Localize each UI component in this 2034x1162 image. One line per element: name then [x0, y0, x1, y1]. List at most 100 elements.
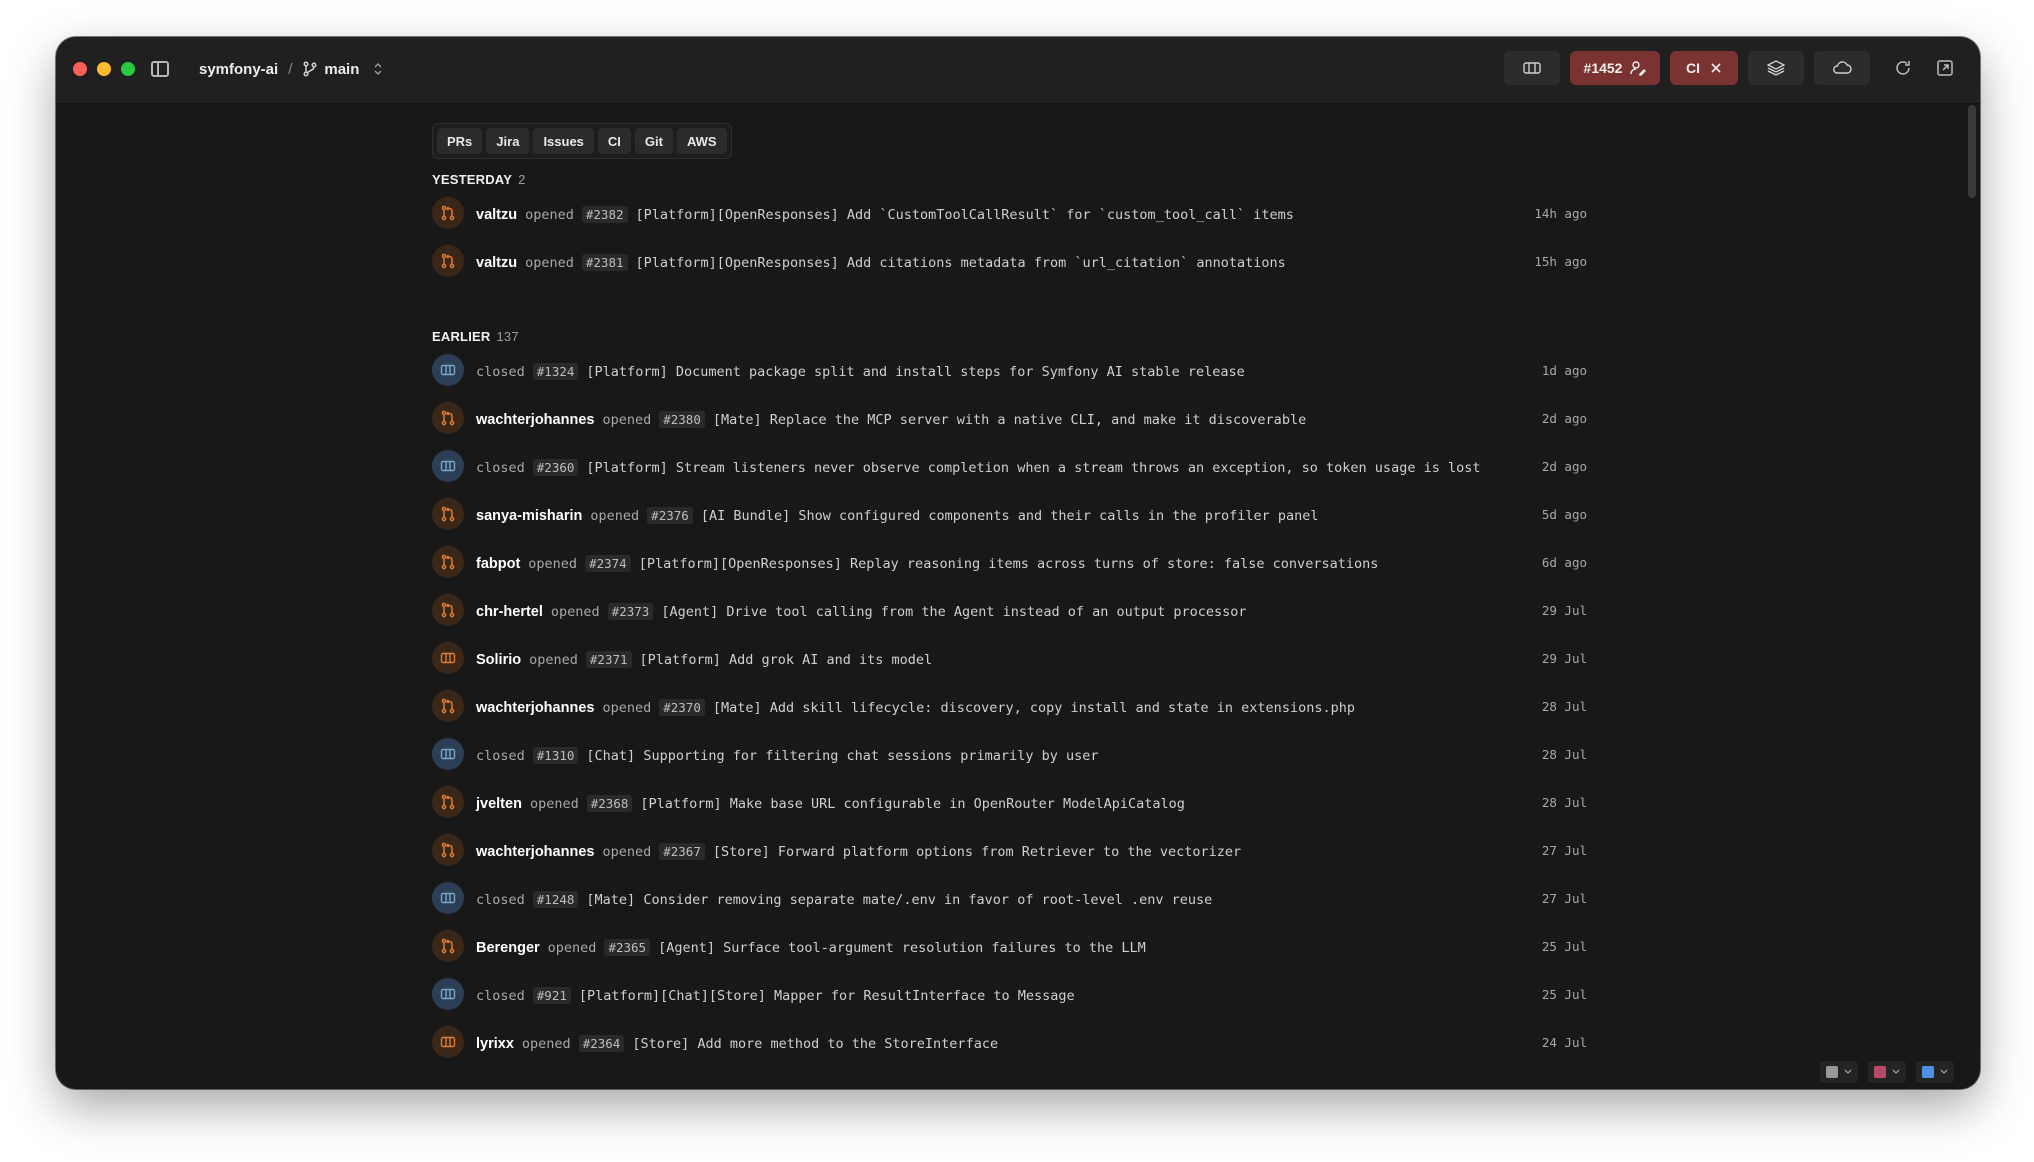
list-item[interactable]: valtzu opened #2381 [Platform][OpenResponse…: [432, 245, 1587, 277]
item-text: valtzu opened #2381 [Platform][OpenResponse…: [476, 252, 1506, 274]
list-item[interactable]: jvelten opened #2368 [Platform] Make base U…: [432, 786, 1587, 818]
item-number[interactable]: #2367: [659, 843, 705, 860]
tab-jira[interactable]: Jira: [486, 128, 530, 154]
item-title[interactable]: [Agent] Drive tool calling from the Agen…: [661, 604, 1246, 620]
list-item[interactable]: closed #921 [Platform][Chat][Store] Mapper…: [432, 978, 1587, 1010]
list-item[interactable]: lyrixx opened #2364 [Store] Add more method…: [432, 1026, 1587, 1058]
list-item[interactable]: wachterjohannes opened #2370 [Mate] Add ski…: [432, 690, 1587, 722]
cloud-button[interactable]: [1814, 51, 1870, 85]
issue-icon: [432, 354, 464, 386]
author-name[interactable]: valtzu: [476, 255, 517, 271]
item-number[interactable]: #2370: [659, 699, 705, 716]
list-item[interactable]: Solirio opened #2371 [Platform] Add grok AI…: [432, 642, 1587, 674]
chevron-updown-icon[interactable]: [373, 62, 383, 76]
author-name[interactable]: lyrixx: [476, 1036, 514, 1052]
item-title[interactable]: [Platform] Document package split and in…: [586, 364, 1244, 380]
item-number[interactable]: #1248: [532, 891, 579, 908]
item-title[interactable]: [Platform][OpenResponses] Add citations …: [636, 255, 1286, 271]
tab-prs[interactable]: PRs: [437, 128, 483, 154]
window-controls: [73, 62, 135, 76]
tab-issues[interactable]: Issues: [533, 128, 594, 154]
list-item[interactable]: chr-hertel opened #2373 [Agent] Drive tool …: [432, 594, 1587, 626]
close-window-button[interactable]: [73, 62, 87, 76]
item-title[interactable]: [Store] Add more method to the StoreInte…: [632, 1036, 998, 1052]
tab-aws[interactable]: AWS: [676, 128, 727, 154]
minimize-window-button[interactable]: [97, 62, 111, 76]
item-title[interactable]: [Platform][OpenResponses] Replay reasoni…: [639, 556, 1379, 572]
sidebar-toggle-icon[interactable]: [151, 61, 169, 77]
list-item[interactable]: fabpot opened #2374 [Platform][OpenResponse…: [432, 546, 1587, 578]
item-number[interactable]: #2381: [581, 254, 628, 271]
zoom-window-button[interactable]: [121, 62, 135, 76]
list-item[interactable]: sanya-misharin opened #2376 [AI Bundle] Sho…: [432, 498, 1587, 530]
layers-button[interactable]: [1748, 51, 1804, 85]
palette-icon: [1874, 1066, 1886, 1078]
list-item[interactable]: closed #1248 [Mate] Consider removing sepa…: [432, 882, 1587, 914]
close-icon[interactable]: [1710, 62, 1722, 74]
open-panel-icon[interactable]: [1936, 59, 1954, 77]
item-title[interactable]: [Mate] Add skill lifecycle: discovery, c…: [713, 700, 1355, 716]
item-title[interactable]: [Platform] Add grok AI and its model: [640, 652, 933, 668]
tab-git[interactable]: Git: [634, 128, 673, 154]
pr-badge-button[interactable]: #1452: [1570, 51, 1660, 85]
item-number[interactable]: #2374: [585, 555, 631, 572]
list-item[interactable]: closed #1310 [Chat] Supporting for filteri…: [432, 738, 1587, 770]
item-title[interactable]: [Chat] Supporting for filtering chat ses…: [586, 748, 1098, 764]
item-action: opened: [602, 844, 652, 860]
branch-name[interactable]: main: [324, 61, 359, 78]
list-item[interactable]: valtzu opened #2382 [Platform][OpenResponse…: [432, 197, 1587, 229]
item-number[interactable]: #921: [532, 987, 571, 1004]
item-title[interactable]: [Mate] Consider removing separate mate/.…: [586, 892, 1212, 908]
tab-ci[interactable]: CI: [597, 128, 631, 154]
author-name[interactable]: jvelten: [476, 796, 522, 812]
item-number[interactable]: #2373: [607, 603, 654, 620]
list-item[interactable]: wachterjohannes opened #2380 [Mate] Replace…: [432, 402, 1587, 434]
list-item[interactable]: wachterjohannes opened #2367 [Store] Forwar…: [432, 834, 1587, 866]
list-item[interactable]: closed #1324 [Platform] Document package s…: [432, 354, 1587, 386]
item-number[interactable]: #2360: [532, 459, 579, 476]
item-title[interactable]: [Platform] Make base URL configurable in…: [640, 796, 1185, 812]
item-number[interactable]: #2376: [647, 507, 693, 524]
item-number[interactable]: #2382: [581, 206, 628, 223]
author-name[interactable]: sanya-misharin: [476, 508, 582, 524]
refresh-icon[interactable]: [1894, 59, 1912, 77]
cloud-icon: [1833, 61, 1852, 74]
author-name[interactable]: fabpot: [476, 556, 520, 572]
item-title[interactable]: [Agent] Surface tool-argument resolution…: [658, 940, 1146, 956]
author-name[interactable]: wachterjohannes: [476, 844, 594, 860]
item-title[interactable]: [Platform][Chat][Store] Mapper for Resul…: [579, 988, 1075, 1004]
item-number[interactable]: #1324: [532, 363, 579, 380]
item-number[interactable]: #2365: [604, 939, 651, 956]
item-number[interactable]: #2368: [586, 795, 633, 812]
mode-selector[interactable]: [1820, 1061, 1858, 1083]
item-title[interactable]: [Mate] Replace the MCP server with a nat…: [713, 412, 1306, 428]
author-name[interactable]: wachterjohannes: [476, 700, 594, 716]
item-number[interactable]: #1310: [532, 747, 579, 764]
pull-request-icon: [432, 498, 464, 530]
author-name[interactable]: chr-hertel: [476, 604, 543, 620]
item-title[interactable]: [Platform][OpenResponses] Add `CustomToo…: [636, 207, 1294, 223]
item-action: opened: [525, 207, 574, 223]
ci-badge-button[interactable]: CI: [1670, 51, 1738, 85]
item-number[interactable]: #2380: [659, 411, 705, 428]
item-number[interactable]: #2364: [578, 1035, 625, 1052]
author-name[interactable]: Berenger: [476, 940, 540, 956]
item-title[interactable]: [Platform] Stream listeners never observ…: [586, 460, 1480, 476]
item-action: opened: [590, 508, 640, 524]
item-title[interactable]: [AI Bundle] Show configured components a…: [701, 508, 1319, 524]
item-text: closed #1324 [Platform] Document package s…: [476, 361, 1506, 383]
repo-name[interactable]: symfony-ai: [199, 61, 278, 78]
chevron-down-icon: [1940, 1069, 1948, 1074]
ticket-button[interactable]: [1504, 51, 1560, 85]
theme-selector[interactable]: [1868, 1061, 1906, 1083]
author-name[interactable]: wachterjohannes: [476, 412, 594, 428]
list-item[interactable]: Berenger opened #2365 [Agent] Surface tool-…: [432, 930, 1587, 962]
scrollbar-thumb[interactable]: [1968, 105, 1976, 198]
item-title[interactable]: [Store] Forward platform options from Re…: [713, 844, 1241, 860]
app-selector[interactable]: [1916, 1061, 1954, 1083]
list-item[interactable]: closed #2360 [Platform] Stream listeners n…: [432, 450, 1587, 482]
author-name[interactable]: Solirio: [476, 652, 521, 668]
item-text: Berenger opened #2365 [Agent] Surface tool-…: [476, 937, 1506, 959]
item-number[interactable]: #2371: [585, 651, 632, 668]
author-name[interactable]: valtzu: [476, 207, 517, 223]
